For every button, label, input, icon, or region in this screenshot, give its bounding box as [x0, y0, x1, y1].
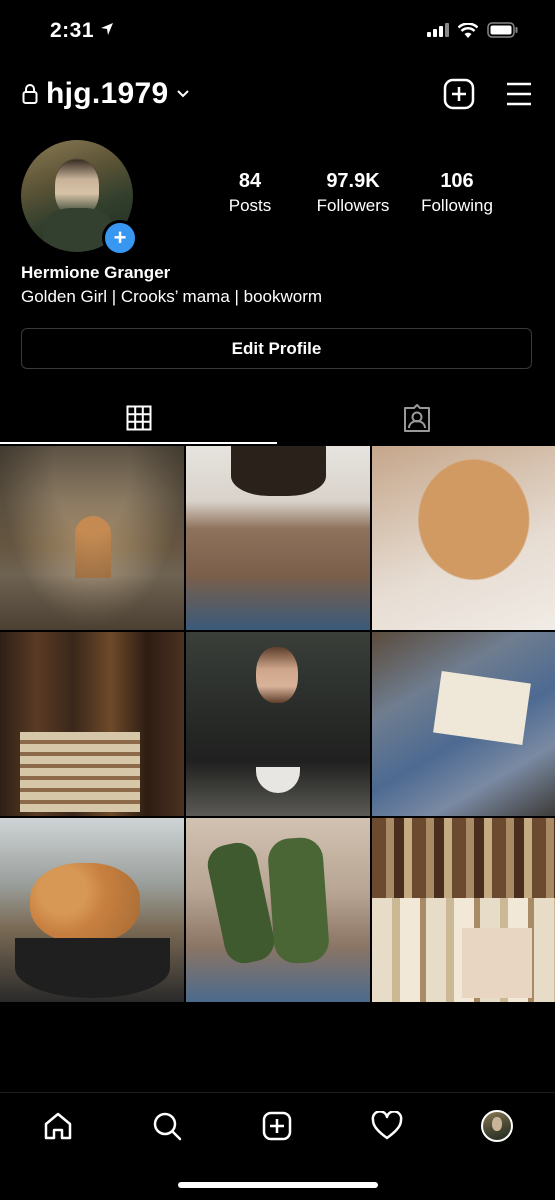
header-actions: [443, 78, 533, 110]
post-thumbnail[interactable]: [0, 446, 184, 630]
post-thumbnail[interactable]: [0, 818, 184, 1002]
lock-icon: [22, 84, 38, 104]
display-name: Hermione Granger: [21, 263, 171, 282]
new-post-icon[interactable]: [443, 78, 475, 110]
new-post-icon: [262, 1111, 292, 1141]
following-label: Following: [421, 196, 493, 215]
stat-following[interactable]: 106 Following: [413, 170, 501, 216]
post-thumbnail[interactable]: [0, 632, 184, 816]
account-switcher[interactable]: hjg.1979: [22, 77, 190, 111]
stat-followers[interactable]: 97.9K Followers: [308, 170, 398, 216]
post-thumbnail[interactable]: [372, 446, 555, 630]
nav-divider: [0, 1092, 555, 1093]
plus-icon: +: [113, 225, 127, 250]
tab-grid[interactable]: [0, 398, 277, 438]
nav-home[interactable]: [38, 1106, 78, 1146]
heart-icon: [371, 1111, 403, 1140]
chevron-down-icon: [177, 90, 190, 98]
search-icon: [153, 1112, 182, 1141]
location-arrow-icon: [101, 23, 114, 35]
edit-profile-button[interactable]: Edit Profile: [21, 328, 532, 369]
nav-activity[interactable]: [367, 1106, 407, 1146]
bio: Golden Girl | Crooks’ mama | bookworm: [21, 287, 323, 306]
active-tab-indicator: [0, 442, 277, 444]
post-thumbnail[interactable]: [372, 818, 555, 1002]
status-time: 2:31: [50, 19, 114, 43]
stat-posts[interactable]: 84 Posts: [215, 170, 285, 216]
post-thumbnail[interactable]: [186, 632, 370, 816]
followers-count: 97.9K: [326, 170, 380, 192]
followers-label: Followers: [316, 196, 390, 215]
post-thumbnail[interactable]: [186, 818, 370, 1002]
cellular-signal-icon: [427, 23, 449, 37]
profile-avatar-small: [481, 1110, 513, 1142]
posts-count: 84: [238, 170, 262, 192]
tagged-icon: [403, 404, 430, 432]
battery-icon: [487, 22, 518, 38]
nav-search[interactable]: [147, 1106, 187, 1146]
posts-label: Posts: [228, 196, 272, 215]
add-story-button[interactable]: +: [102, 220, 138, 256]
status-indicators: [427, 22, 519, 38]
username: hjg.1979: [46, 77, 169, 110]
menu-icon[interactable]: [505, 78, 533, 110]
post-thumbnail[interactable]: [372, 632, 555, 816]
following-count: 106: [440, 170, 474, 192]
home-indicator[interactable]: [178, 1182, 378, 1188]
post-thumbnail[interactable]: [186, 446, 370, 630]
tab-tagged[interactable]: [278, 398, 555, 438]
nav-profile[interactable]: [477, 1106, 517, 1146]
nav-new-post[interactable]: [257, 1106, 297, 1146]
grid-icon: [126, 405, 151, 431]
posts-grid: [0, 446, 555, 1002]
wifi-icon: [458, 22, 478, 38]
home-icon: [44, 1112, 72, 1140]
